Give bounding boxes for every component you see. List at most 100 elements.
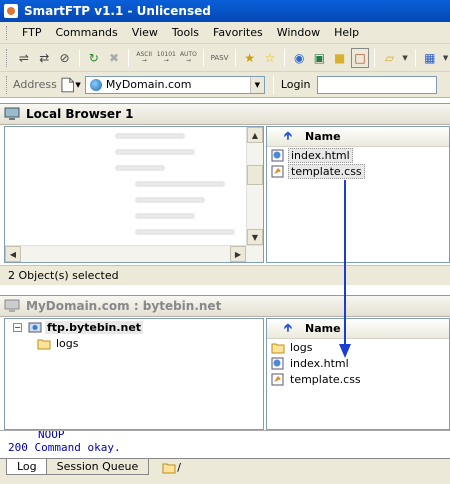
toolbar-grip[interactable] [6, 75, 9, 94]
log-output[interactable]: NOOP 200 Command okay. [0, 430, 450, 458]
scroll-down-button[interactable]: ▼ [247, 229, 263, 245]
login-label: Login [280, 78, 311, 91]
css-file-icon [271, 373, 284, 385]
list-item[interactable]: template.css [267, 371, 449, 387]
menu-ftp[interactable]: FTP [15, 26, 49, 39]
tree-node-root[interactable]: − ftp.bytebin.net [5, 319, 263, 335]
stop-icon[interactable]: ✖ [105, 48, 123, 68]
ascii-label: ASCII [136, 50, 153, 58]
view-grid-icon[interactable]: ▦ [421, 48, 439, 68]
chart-icon[interactable]: ▣ [310, 48, 328, 68]
scroll-thumb[interactable] [247, 165, 263, 185]
menu-bar: FTP Commands View Tools Favorites Window… [0, 22, 450, 44]
file-name: template.css [290, 372, 361, 386]
tree-child-label: logs [56, 336, 79, 350]
bottom-tabs: Log Session Queue / [0, 458, 450, 484]
collapse-icon[interactable]: − [13, 322, 22, 332]
document-icon[interactable]: ▼ [61, 76, 81, 94]
binary-mode-button[interactable]: 10101 → [156, 50, 176, 64]
main-toolbar: ⇌ ⇄ ⊘ ↻ ✖ ASCII → 10101 → AUTO → PASV ★ ☆ ◉… [0, 44, 450, 72]
horizontal-scrollbar[interactable]: ◀ ▶ [5, 245, 263, 262]
add-favorite-icon[interactable]: ★ [241, 48, 259, 68]
vertical-scrollbar[interactable]: ▲ ▼ [246, 127, 263, 245]
tab-path-label: / [177, 461, 181, 474]
title-bar: SmartFTP v1.1 - Unlicensed [0, 0, 450, 22]
binary-label: 10101 [156, 50, 176, 58]
folder-icon [162, 463, 176, 474]
toolbar-separator [284, 48, 286, 67]
list-item[interactable]: template.css [267, 163, 449, 179]
local-tree[interactable]: ▲ ▼ ◀ ▶ [4, 126, 264, 263]
up-arrow-icon[interactable]: 🡱 [279, 127, 297, 146]
toolbar-grip[interactable] [6, 25, 9, 40]
window-title: SmartFTP v1.1 - Unlicensed [24, 4, 211, 18]
menu-view[interactable]: View [125, 26, 165, 39]
tree-root-label: ftp.bytebin.net [45, 320, 144, 334]
auto-mode-button[interactable]: AUTO → [178, 50, 198, 64]
refresh-icon[interactable]: ↻ [85, 48, 103, 68]
name-column-header[interactable]: 🡱 Name [267, 127, 449, 147]
menu-window[interactable]: Window [270, 26, 327, 39]
app-icon[interactable] [4, 4, 18, 18]
blurred-tree-content [5, 127, 263, 235]
ascii-mode-button[interactable]: ASCII → [134, 50, 154, 64]
favorites-icon[interactable]: ☆ [261, 48, 279, 68]
tree-node-logs[interactable]: logs [5, 335, 263, 351]
css-file-icon [271, 165, 284, 177]
selection-status: 2 Object(s) selected [8, 269, 119, 282]
menu-tools[interactable]: Tools [165, 26, 206, 39]
html-file-icon [271, 149, 284, 161]
scroll-right-button[interactable]: ▶ [230, 246, 246, 262]
local-status-bar: 2 Object(s) selected [0, 265, 450, 285]
toolbar-separator [374, 48, 376, 67]
remote-browser-title: MyDomain.com : bytebin.net [26, 299, 222, 313]
disconnect-icon[interactable]: ⊘ [55, 48, 73, 68]
pasv-button[interactable]: PASV [209, 54, 229, 61]
toolbar-separator [414, 48, 416, 67]
remote-tree[interactable]: − ftp.bytebin.net logs [4, 318, 264, 430]
tab-session-queue[interactable]: Session Queue [45, 459, 150, 475]
chevron-down-icon[interactable]: ▼ [441, 48, 450, 68]
toolbar-separator [272, 75, 274, 94]
menu-favorites[interactable]: Favorites [206, 26, 270, 39]
server-icon [28, 322, 42, 332]
local-browser-title: Local Browser 1 [26, 107, 134, 121]
up-arrow-icon[interactable]: 🡱 [279, 319, 297, 338]
globe-icon [89, 78, 102, 91]
tab-log[interactable]: Log [6, 459, 48, 475]
toolbar-separator [203, 48, 205, 67]
html-file-icon [271, 357, 284, 369]
reconnect-icon[interactable]: ⇄ [35, 48, 53, 68]
connect-icon[interactable]: ⇌ [15, 48, 33, 68]
scroll-up-button[interactable]: ▲ [247, 127, 263, 143]
folder-icon[interactable]: ■ [331, 48, 349, 68]
computer-icon [4, 107, 20, 120]
name-column-label: Name [305, 130, 341, 143]
open-folder-icon[interactable]: ▱ [380, 48, 398, 68]
globe-icon[interactable]: ◉ [290, 48, 308, 68]
toolbar-separator [234, 48, 236, 67]
scroll-left-button[interactable]: ◀ [5, 246, 21, 262]
window-icon[interactable]: □ [350, 47, 370, 68]
address-label: Address [13, 78, 57, 91]
toolbar-separator [78, 48, 80, 67]
menu-help[interactable]: Help [327, 26, 366, 39]
tab-path[interactable]: / [161, 461, 181, 474]
file-name: template.css [288, 163, 365, 179]
remote-browser-header: MyDomain.com : bytebin.net [0, 295, 450, 317]
address-combo[interactable]: MyDomain.com ▼ [84, 75, 265, 94]
auto-label: AUTO [179, 50, 197, 58]
toolbar-separator [128, 48, 130, 67]
login-field[interactable] [316, 75, 437, 94]
log-line: 200 Command okay. [8, 441, 121, 454]
folder-icon [271, 343, 285, 353]
menu-commands[interactable]: Commands [49, 26, 125, 39]
toolbar-grip[interactable] [6, 48, 9, 67]
local-browser-header: Local Browser 1 [0, 103, 450, 125]
folder-icon [37, 339, 51, 349]
chevron-down-icon[interactable]: ▼ [401, 48, 410, 68]
file-name: index.html [288, 147, 353, 163]
address-value: MyDomain.com [105, 78, 192, 91]
chevron-down-icon[interactable]: ▼ [249, 76, 264, 93]
list-item[interactable]: index.html [267, 147, 449, 163]
